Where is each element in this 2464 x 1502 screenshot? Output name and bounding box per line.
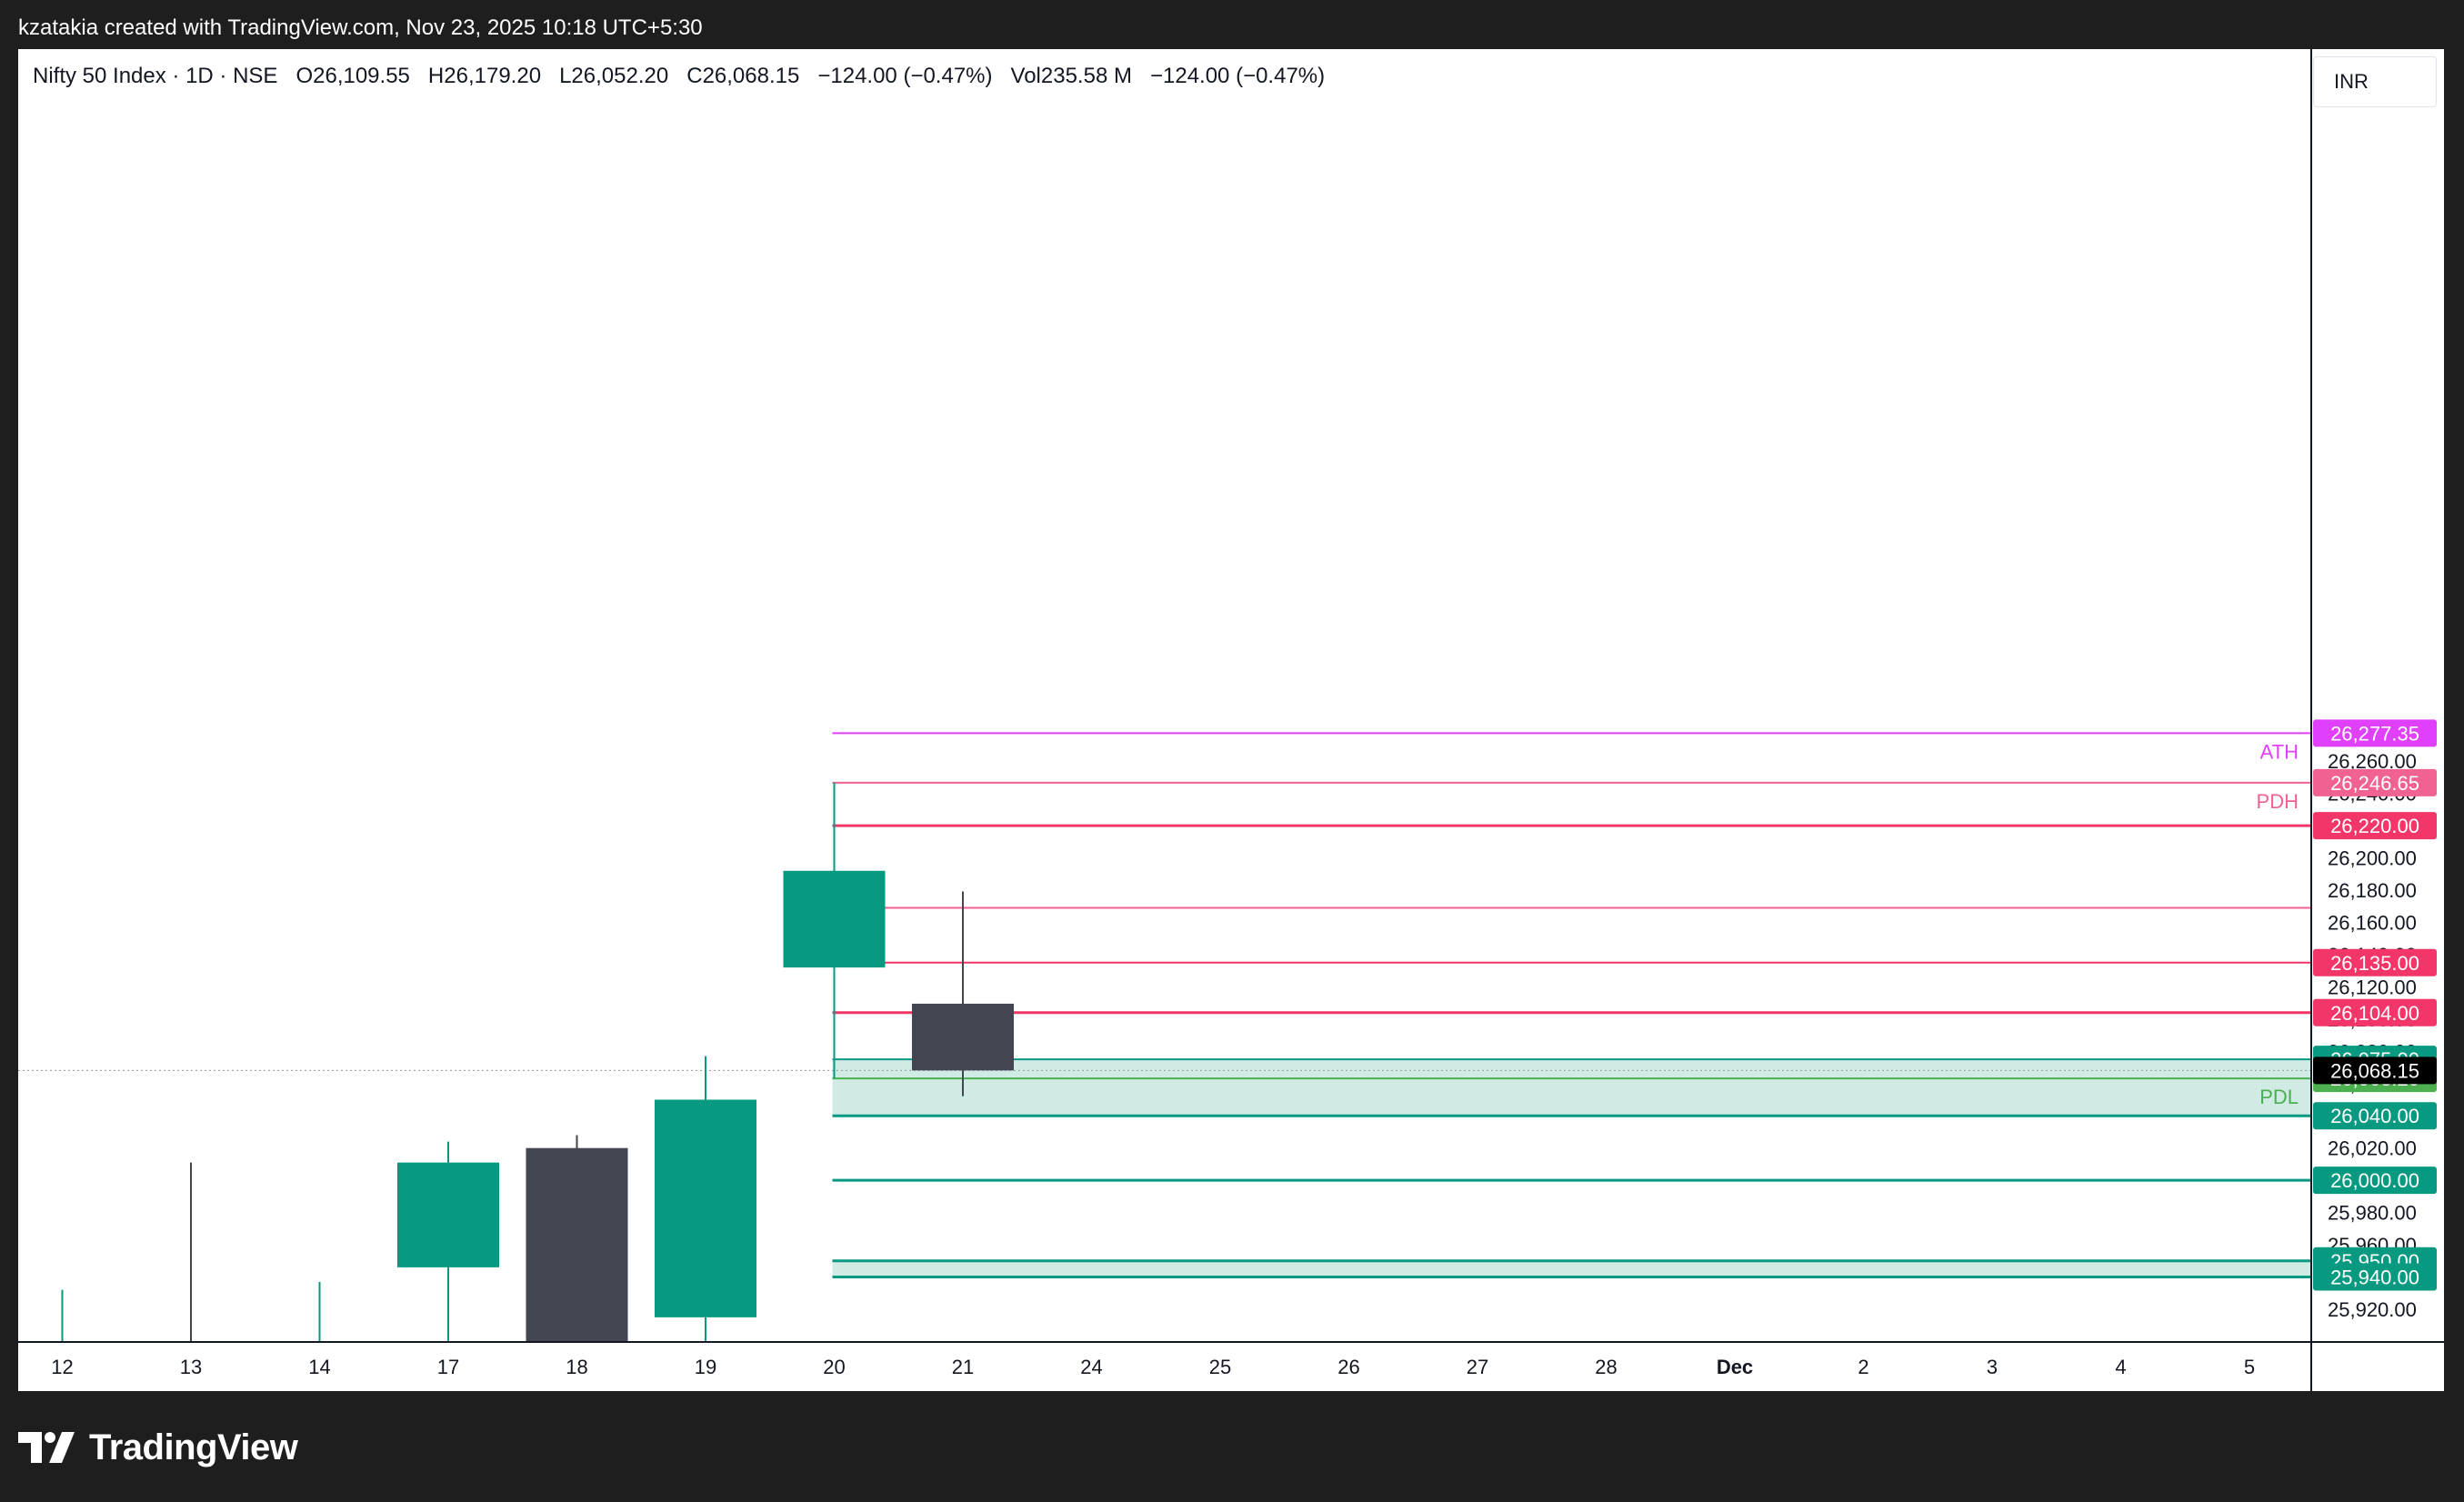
x-tick-label: 27	[1467, 1356, 1488, 1378]
high-label: H	[427, 64, 445, 88]
vol-label: Vol	[1010, 64, 1041, 88]
x-tick-label: 4	[2115, 1356, 2126, 1378]
candlestick-chart[interactable]: ATHPDHPDL25,920.0025,940.0025,960.0025,9…	[18, 49, 2444, 1391]
price-tag-9: 26,000.00	[2330, 1169, 2419, 1192]
x-tick-label: 5	[2244, 1356, 2255, 1378]
x-tick-label: 20	[823, 1356, 845, 1378]
price-tag-0: 26,277.35	[2330, 722, 2419, 745]
candle-body-20	[783, 870, 886, 968]
candle-body-17	[397, 1162, 499, 1267]
x-tick-label: Dec	[1717, 1356, 1753, 1378]
x-tick-label: 24	[1080, 1356, 1102, 1378]
x-tick-label: 26	[1337, 1356, 1359, 1378]
x-tick-label: 2	[1858, 1356, 1868, 1378]
low-value: 26,052.20	[571, 64, 669, 88]
chart-panel[interactable]: ATHPDHPDL25,920.0025,940.0025,960.0025,9…	[18, 49, 2444, 1391]
x-tick-label: 12	[51, 1356, 73, 1378]
y-tick-label: 26,160.00	[2328, 911, 2417, 934]
x-tick-label: 28	[1595, 1356, 1617, 1378]
y-tick-label: 26,120.00	[2328, 976, 2417, 998]
zone-1	[832, 1260, 2311, 1277]
x-tick-label: 3	[1987, 1356, 1998, 1378]
y-tick-label: 25,920.00	[2328, 1298, 2417, 1321]
zone-0	[832, 1059, 2311, 1116]
high-value: 26,179.20	[444, 64, 542, 88]
x-tick-label: 19	[695, 1356, 716, 1378]
y-tick-label: 25,980.00	[2328, 1202, 2417, 1225]
y-tick-label: 26,200.00	[2328, 847, 2417, 870]
candle-body-19	[655, 1099, 756, 1317]
x-tick-label: 21	[952, 1356, 974, 1378]
candle-body-18	[526, 1147, 628, 1342]
vol-change-value: −124.00 (−0.47%)	[1149, 64, 1326, 88]
low-label: L	[559, 64, 572, 88]
open-label: O	[295, 64, 314, 88]
close-label: C	[686, 64, 703, 88]
x-tick-label: 18	[566, 1356, 587, 1378]
price-tag-11: 25,940.00	[2330, 1267, 2419, 1289]
price-tag-2: 26,220.00	[2330, 815, 2419, 837]
chart-caption: kzatakia created with TradingView.com, N…	[18, 15, 703, 40]
tradingview-logo-icon	[18, 1432, 75, 1463]
price-tag-8: 26,040.00	[2330, 1105, 2419, 1127]
x-tick-label: 17	[437, 1356, 459, 1378]
vol-value: 235.58 M	[1040, 64, 1132, 88]
x-tick-label: 25	[1209, 1356, 1231, 1378]
price-tag-4: 26,135.00	[2330, 952, 2419, 975]
change-value: −124.00 (−0.47%)	[817, 64, 993, 88]
level-name-pdh: PDH	[2257, 790, 2299, 813]
current-price-tag: 26,068.15	[2330, 1059, 2419, 1082]
level-name-pdl: PDL	[2259, 1086, 2299, 1108]
candle-body-21	[912, 1003, 1014, 1071]
x-tick-label: 14	[308, 1356, 330, 1378]
open-value: 26,109.55	[313, 64, 410, 88]
x-tick-label: 13	[180, 1356, 202, 1378]
price-tag-1: 26,246.65	[2330, 772, 2419, 795]
y-tick-label: 26,020.00	[2328, 1137, 2417, 1160]
symbol-legend: Nifty 50 Index · 1D · NSE O26,109.55 H26…	[33, 64, 1325, 89]
price-tag-5: 26,104.00	[2330, 1002, 2419, 1025]
tradingview-wordmark: TradingView	[89, 1427, 298, 1467]
footer-brand: TradingView	[18, 1418, 298, 1477]
symbol-name: Nifty 50 Index · 1D · NSE	[33, 64, 278, 88]
level-name-ath: ATH	[2260, 740, 2299, 763]
y-tick-label: 26,180.00	[2328, 879, 2417, 902]
close-value: 26,068.15	[702, 64, 800, 88]
currency-selector[interactable]: INR	[2313, 56, 2437, 107]
